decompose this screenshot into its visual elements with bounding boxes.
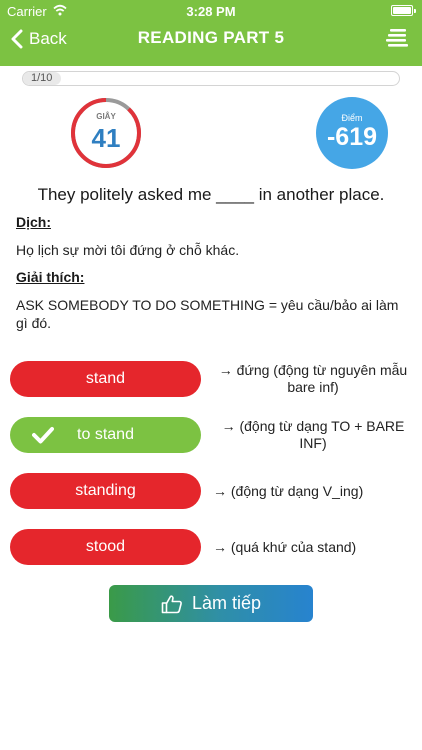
question-text: They politely asked me ____ in another p… [37,185,385,204]
option-label: to stand [77,426,134,443]
status-time: 3:28 PM [186,4,236,19]
status-bar: Carrier 3:28 PM [0,0,422,22]
answer-option-stood[interactable]: stood [10,529,201,565]
answer-option-stand[interactable]: stand [10,361,201,397]
score-value: -619 [326,123,378,151]
translation-text: Họ lịch sự mời tôi đứng ở chỗ khác. [16,242,240,258]
timer-caption: GIÂY [96,112,116,121]
option-note: → (động từ dạng V_ing) [213,483,364,499]
question-progress-bar: 1/10 [22,71,400,86]
chevron-left-icon [11,29,23,49]
explanation-text: ASK SOMEBODY TO DO SOMETHING = yêu cầu/b… [16,297,399,331]
countdown-timer: GIÂY 41 [70,97,142,169]
score-caption: Điểm [341,113,363,123]
option-label: stand [85,370,126,387]
score-badge: Điểm -619 [316,97,388,169]
menu-icon[interactable] [386,28,408,48]
answer-option-to-stand[interactable]: to stand [10,417,201,453]
translation-heading: Dịch: [16,214,51,230]
option-label: stood [85,538,126,555]
back-label: Back [29,29,67,48]
option-note: → (động từ dạng TO + BARE INF) [221,418,405,451]
battery-icon [391,5,416,16]
check-icon [32,427,54,444]
thumbs-up-icon [161,594,182,613]
explanation-heading: Giải thích: [16,269,85,285]
nav-bar: Carrier 3:28 PM Back READING PART 5 [0,0,422,66]
progress-label: 1/10 [31,72,53,84]
continue-button[interactable]: Làm tiếp [109,585,313,622]
answer-option-standing[interactable]: standing [10,473,201,509]
continue-label: Làm tiếp [191,593,262,613]
back-button[interactable]: Back [10,28,67,50]
option-note: → (quá khứ của stand) [213,539,357,555]
option-note: → đứng (động từ nguyên mẫu bare inf) [218,362,408,395]
option-label: standing [75,482,136,499]
timer-value: 41 [91,123,121,153]
